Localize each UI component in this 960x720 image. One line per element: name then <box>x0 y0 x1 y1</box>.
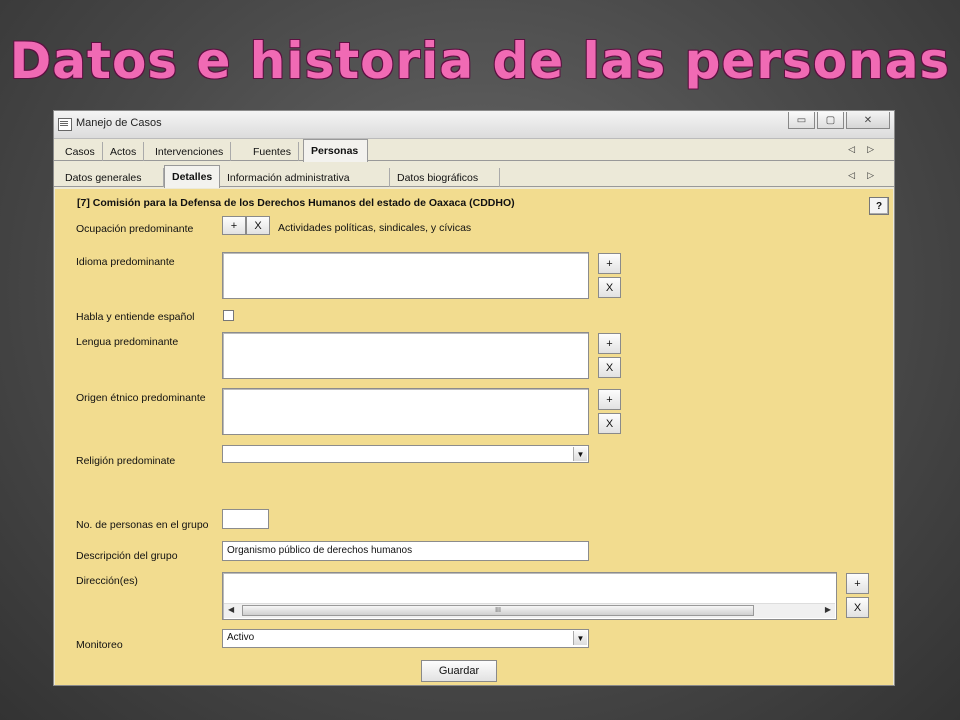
direccion-hscrollbar[interactable]: ◀ III ▶ <box>224 603 835 618</box>
direccion-remove-button[interactable]: X <box>846 597 869 618</box>
ocupacion-label: Ocupación predominante <box>76 223 194 235</box>
lengua-list[interactable] <box>222 332 589 379</box>
subtab-scroll-right-icon[interactable]: ▷ <box>867 170 886 180</box>
monitoreo-select-value: Activo <box>227 632 255 643</box>
origen-list[interactable] <box>222 388 589 435</box>
tab-personas[interactable]: Personas <box>303 139 368 162</box>
scroll-thumb[interactable]: III <box>242 605 754 616</box>
ocupacion-remove-button[interactable]: X <box>246 216 270 235</box>
idioma-add-button[interactable]: + <box>598 253 621 274</box>
religion-select[interactable]: ▼ <box>222 445 589 463</box>
tab-scroll-right-icon[interactable]: ▷ <box>867 144 886 154</box>
scroll-left-icon[interactable]: ◀ <box>228 605 234 614</box>
origen-label: Origen étnico predominante <box>76 392 206 404</box>
idioma-remove-button[interactable]: X <box>598 277 621 298</box>
details-panel: [7] Comisión para la Defensa de los Dere… <box>55 189 893 685</box>
chevron-down-icon[interactable]: ▼ <box>573 631 587 645</box>
subtab-scroll-arrows[interactable]: ◁▷ <box>848 170 886 181</box>
lengua-add-button[interactable]: + <box>598 333 621 354</box>
origen-remove-button[interactable]: X <box>598 413 621 434</box>
religion-label: Religión predominate <box>76 455 176 467</box>
main-tabs: Casos Actos Intervenciones Fuentes Perso… <box>54 139 894 162</box>
descripcion-label: Descripción del grupo <box>76 550 178 562</box>
idioma-list[interactable] <box>222 252 589 299</box>
window-title: Manejo de Casos <box>76 117 162 129</box>
direccion-add-button[interactable]: + <box>846 573 869 594</box>
tab-actos[interactable]: Actos <box>103 142 145 161</box>
tab-detalles[interactable]: Detalles <box>164 165 220 188</box>
help-button[interactable]: ? <box>869 197 889 215</box>
num-personas-label: No. de personas en el grupo <box>76 519 209 531</box>
app-window: Manejo de Casos ▭ ▢ ✕ Casos Actos Interv… <box>53 110 895 686</box>
monitoreo-select[interactable]: Activo ▼ <box>222 629 589 648</box>
idioma-label: Idioma predominante <box>76 256 175 268</box>
sub-tabs: Datos generales Detalles Información adm… <box>54 165 894 188</box>
title-bar: Manejo de Casos ▭ ▢ ✕ <box>54 111 894 139</box>
tab-scroll-arrows[interactable]: ◁▷ <box>848 144 886 155</box>
slide-title: Datos e historia de las personas <box>9 32 951 90</box>
scroll-right-icon[interactable]: ▶ <box>825 605 831 614</box>
ocupacion-add-button[interactable]: + <box>222 216 246 235</box>
close-button[interactable]: ✕ <box>846 112 890 129</box>
maximize-button[interactable]: ▢ <box>817 112 844 129</box>
subtab-scroll-left-icon[interactable]: ◁ <box>848 170 867 180</box>
habla-espanol-label: Habla y entiende español <box>76 311 195 323</box>
direccion-list[interactable]: ◀ III ▶ <box>222 572 837 620</box>
origen-add-button[interactable]: + <box>598 389 621 410</box>
tab-datos-biograficos[interactable]: Datos biográficos <box>390 168 500 187</box>
window-controls: ▭ ▢ ✕ <box>786 112 890 129</box>
descripcion-input[interactable]: Organismo público de derechos humanos <box>222 541 589 561</box>
habla-espanol-checkbox[interactable] <box>223 310 234 321</box>
save-button[interactable]: Guardar <box>421 660 497 682</box>
lengua-remove-button[interactable]: X <box>598 357 621 378</box>
chevron-down-icon[interactable]: ▼ <box>573 447 587 461</box>
tab-datos-generales[interactable]: Datos generales <box>58 168 164 187</box>
ocupacion-value: Actividades políticas, sindicales, y cív… <box>278 222 472 234</box>
num-personas-input[interactable] <box>222 509 269 529</box>
monitoreo-label: Monitoreo <box>76 639 123 651</box>
tab-informacion-administrativa[interactable]: Información administrativa <box>220 168 390 187</box>
direccion-label: Dirección(es) <box>76 575 138 587</box>
tab-scroll-left-icon[interactable]: ◁ <box>848 144 867 154</box>
minimize-button[interactable]: ▭ <box>788 112 815 129</box>
tab-intervenciones[interactable]: Intervenciones <box>148 142 232 161</box>
tab-casos[interactable]: Casos <box>58 142 103 161</box>
tab-fuentes[interactable]: Fuentes <box>246 142 299 161</box>
lengua-label: Lengua predominante <box>76 336 179 348</box>
app-menu-icon[interactable] <box>58 118 72 131</box>
organization-title: [7] Comisión para la Defensa de los Dere… <box>77 197 515 209</box>
